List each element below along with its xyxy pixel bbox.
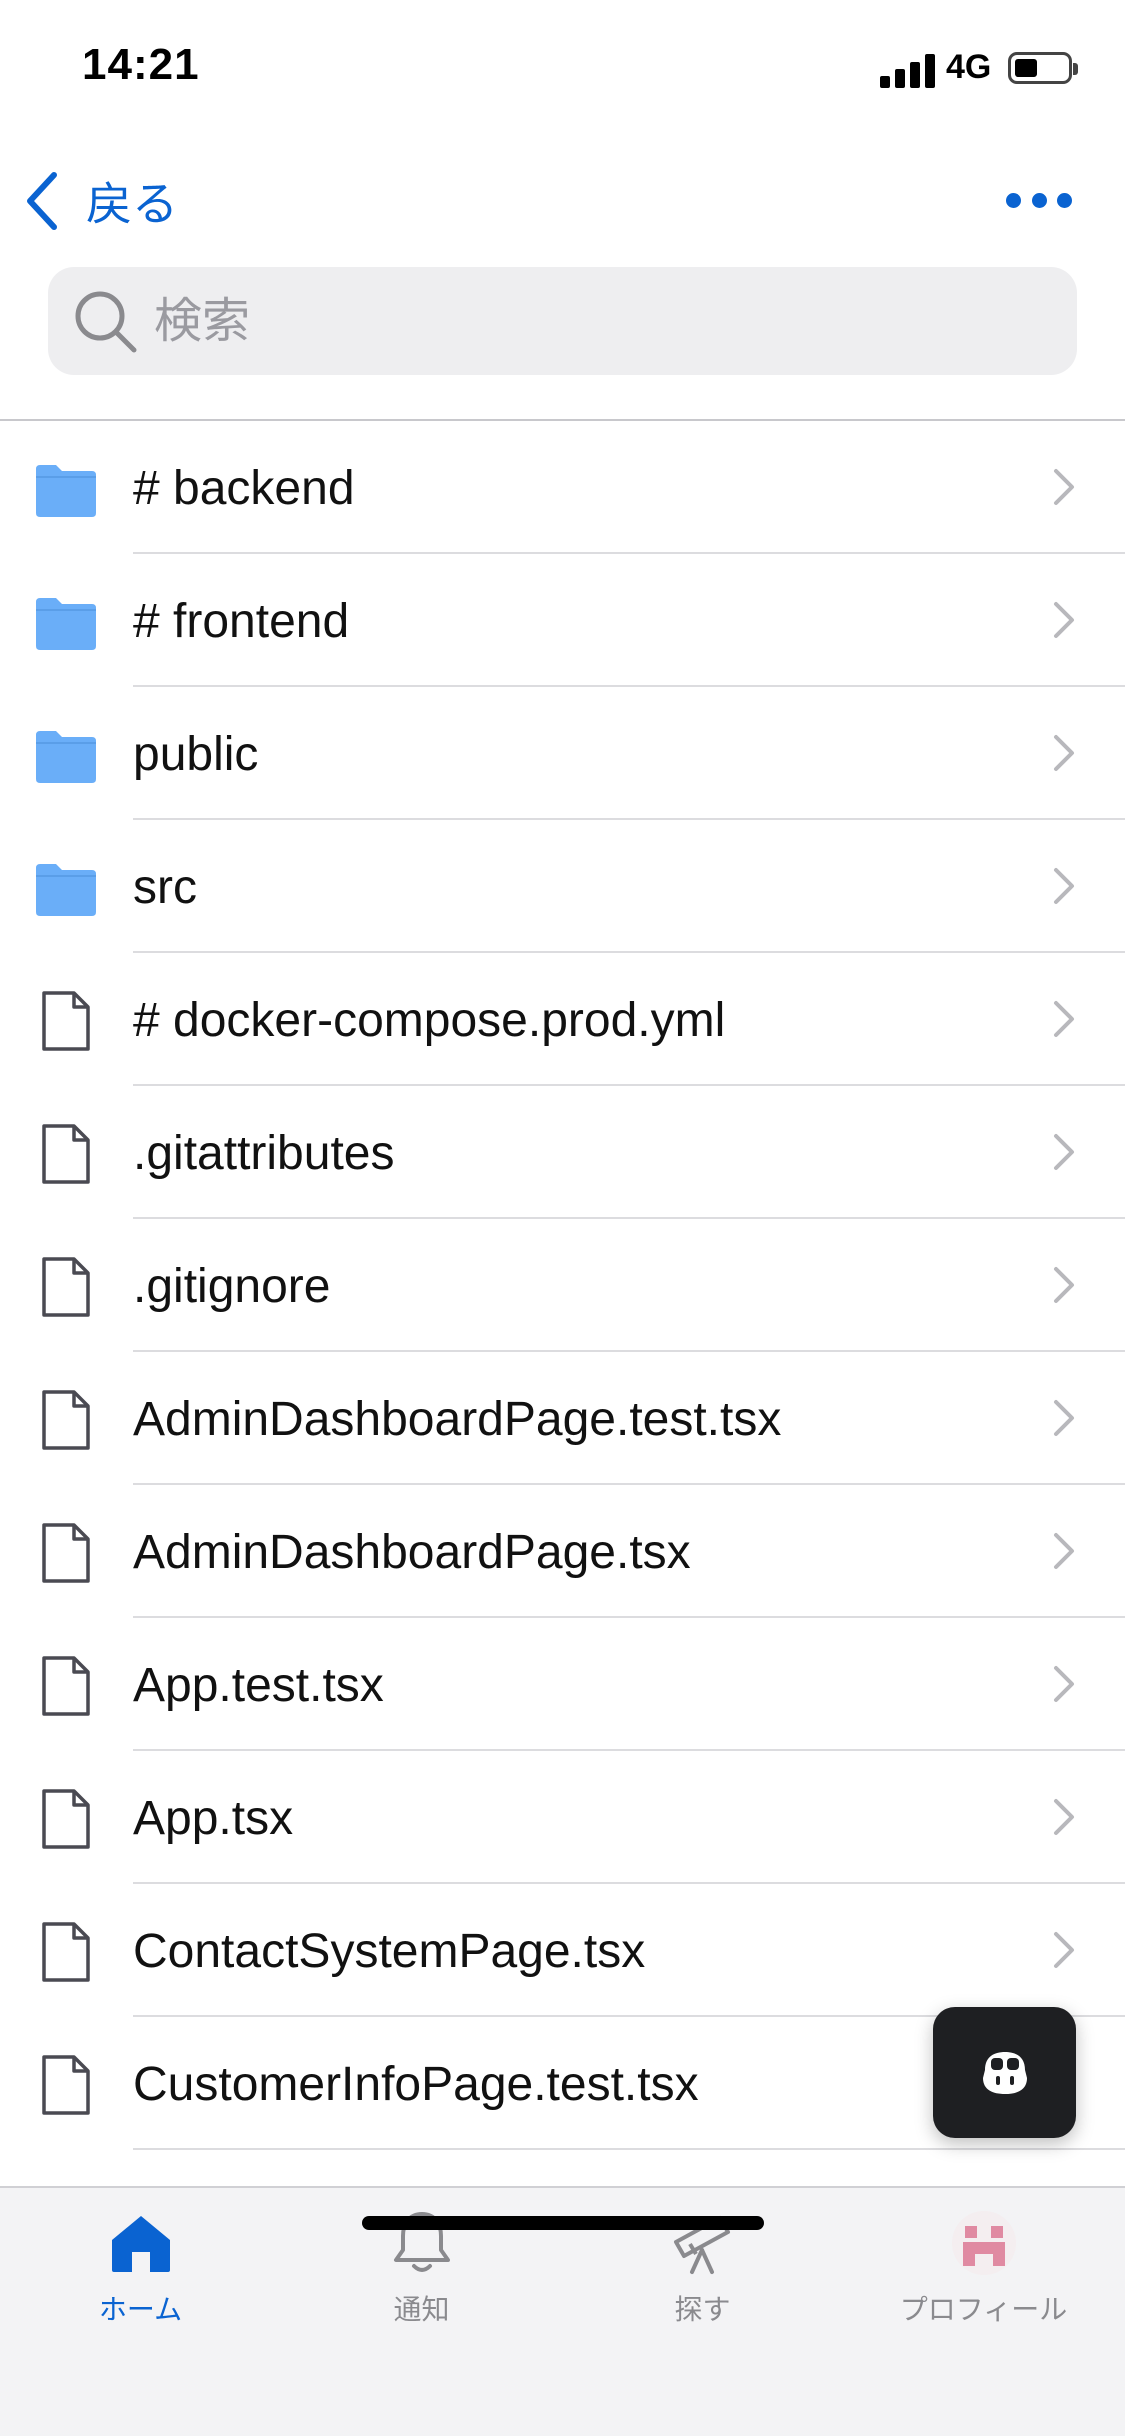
file-name: .gitattributes [133,1127,395,1180]
chevron-right-icon [1054,1134,1074,1170]
chevron-right-icon [1054,1267,1074,1303]
battery-icon [1008,52,1078,84]
file-name: .gitignore [133,1260,331,1313]
avatar-icon [951,2211,1016,2275]
folder-icon [36,598,96,650]
tab-label: ホーム [98,2294,183,2325]
file-name: AdminDashboardPage.test.tsx [133,1393,782,1446]
file-icon [42,1656,90,1716]
file-icon [42,991,90,1051]
search-bar[interactable] [48,267,1077,375]
chevron-right-icon [1054,469,1074,505]
tab-label: プロフィール [899,2294,1068,2325]
file-icon [42,1789,90,1849]
home-icon [111,2216,170,2272]
tab-label: 探す [674,2294,731,2325]
ellipsis-icon [1006,192,1021,208]
file-icon [42,1257,90,1317]
tab-label: 通知 [393,2294,450,2325]
file-name: # docker-compose.prod.yml [133,994,726,1047]
list-item[interactable]: src [0,820,1125,953]
list-item[interactable]: App.tsx [0,1751,1125,1884]
file-icon [42,1390,90,1450]
search-input[interactable] [154,293,1034,349]
list-item[interactable]: .gitignore [0,1219,1125,1352]
chevron-right-icon [1054,735,1074,771]
file-name: # backend [133,462,355,515]
search-icon [75,291,137,353]
back-button[interactable]: 戻る [22,166,178,236]
list-item[interactable]: App.test.tsx [0,1618,1125,1751]
tab-explore[interactable]: 探す [562,2208,843,2358]
folder-icon [36,731,96,783]
file-name: public [133,728,259,781]
file-list: # backend # frontend public src # docker-com… [0,421,1125,2150]
back-label: 戻る [86,178,178,230]
chevron-right-icon [1054,602,1074,638]
chevron-right-icon [1054,1001,1074,1037]
folder-icon [36,465,96,517]
file-name: CustomerInfoPage.test.tsx [133,2058,699,2111]
status-time: 14:21 [82,40,200,89]
file-name: App.tsx [133,1792,294,1845]
file-icon [42,1124,90,1184]
file-name: # frontend [133,595,350,648]
tab-bar: ホーム 通知 探す プロフィール [0,2186,1125,2436]
chevron-right-icon [1054,1932,1074,1968]
tab-notifications[interactable]: 通知 [281,2208,562,2358]
list-item[interactable]: public [0,687,1125,820]
battery-fill [1015,59,1037,77]
status-bar: 14:21 4G [0,0,1125,140]
tab-profile[interactable]: プロフィール [843,2208,1124,2358]
file-icon [42,1523,90,1583]
row-divider [133,2148,1125,2150]
more-options-button[interactable] [1006,182,1072,218]
chevron-right-icon [1054,1533,1074,1569]
list-item[interactable]: # frontend [0,554,1125,687]
cellular-signal-icon [880,52,936,88]
file-icon [42,1922,90,1982]
chevron-right-icon [1054,1666,1074,1702]
chevron-left-icon [27,172,57,230]
network-type: 4G [946,48,992,86]
list-item[interactable]: AdminDashboardPage.tsx [0,1485,1125,1618]
screen: 14:21 4G 戻る 検索 # backend # frontend publ… [0,0,1125,2436]
chevron-right-icon [1054,868,1074,904]
file-name: src [133,861,197,914]
copilot-icon [982,2051,1027,2094]
chevron-right-icon [1054,1400,1074,1436]
folder-icon [36,864,96,916]
list-item[interactable]: # docker-compose.prod.yml [0,953,1125,1086]
navigation-bar: 戻る [0,160,1125,240]
home-indicator[interactable] [362,2216,764,2230]
file-name: AdminDashboardPage.tsx [133,1526,691,1579]
list-item[interactable]: ContactSystemPage.tsx [0,1884,1125,2017]
file-icon [42,2055,90,2115]
chevron-right-icon [1054,1799,1074,1835]
tab-home[interactable]: ホーム [0,2208,281,2358]
list-item[interactable]: AdminDashboardPage.test.tsx [0,1352,1125,1485]
list-item[interactable]: .gitattributes [0,1086,1125,1219]
copilot-button[interactable] [933,2007,1076,2138]
list-item[interactable]: # backend [0,421,1125,554]
file-name: ContactSystemPage.tsx [133,1925,646,1978]
file-name: App.test.tsx [133,1659,384,1712]
